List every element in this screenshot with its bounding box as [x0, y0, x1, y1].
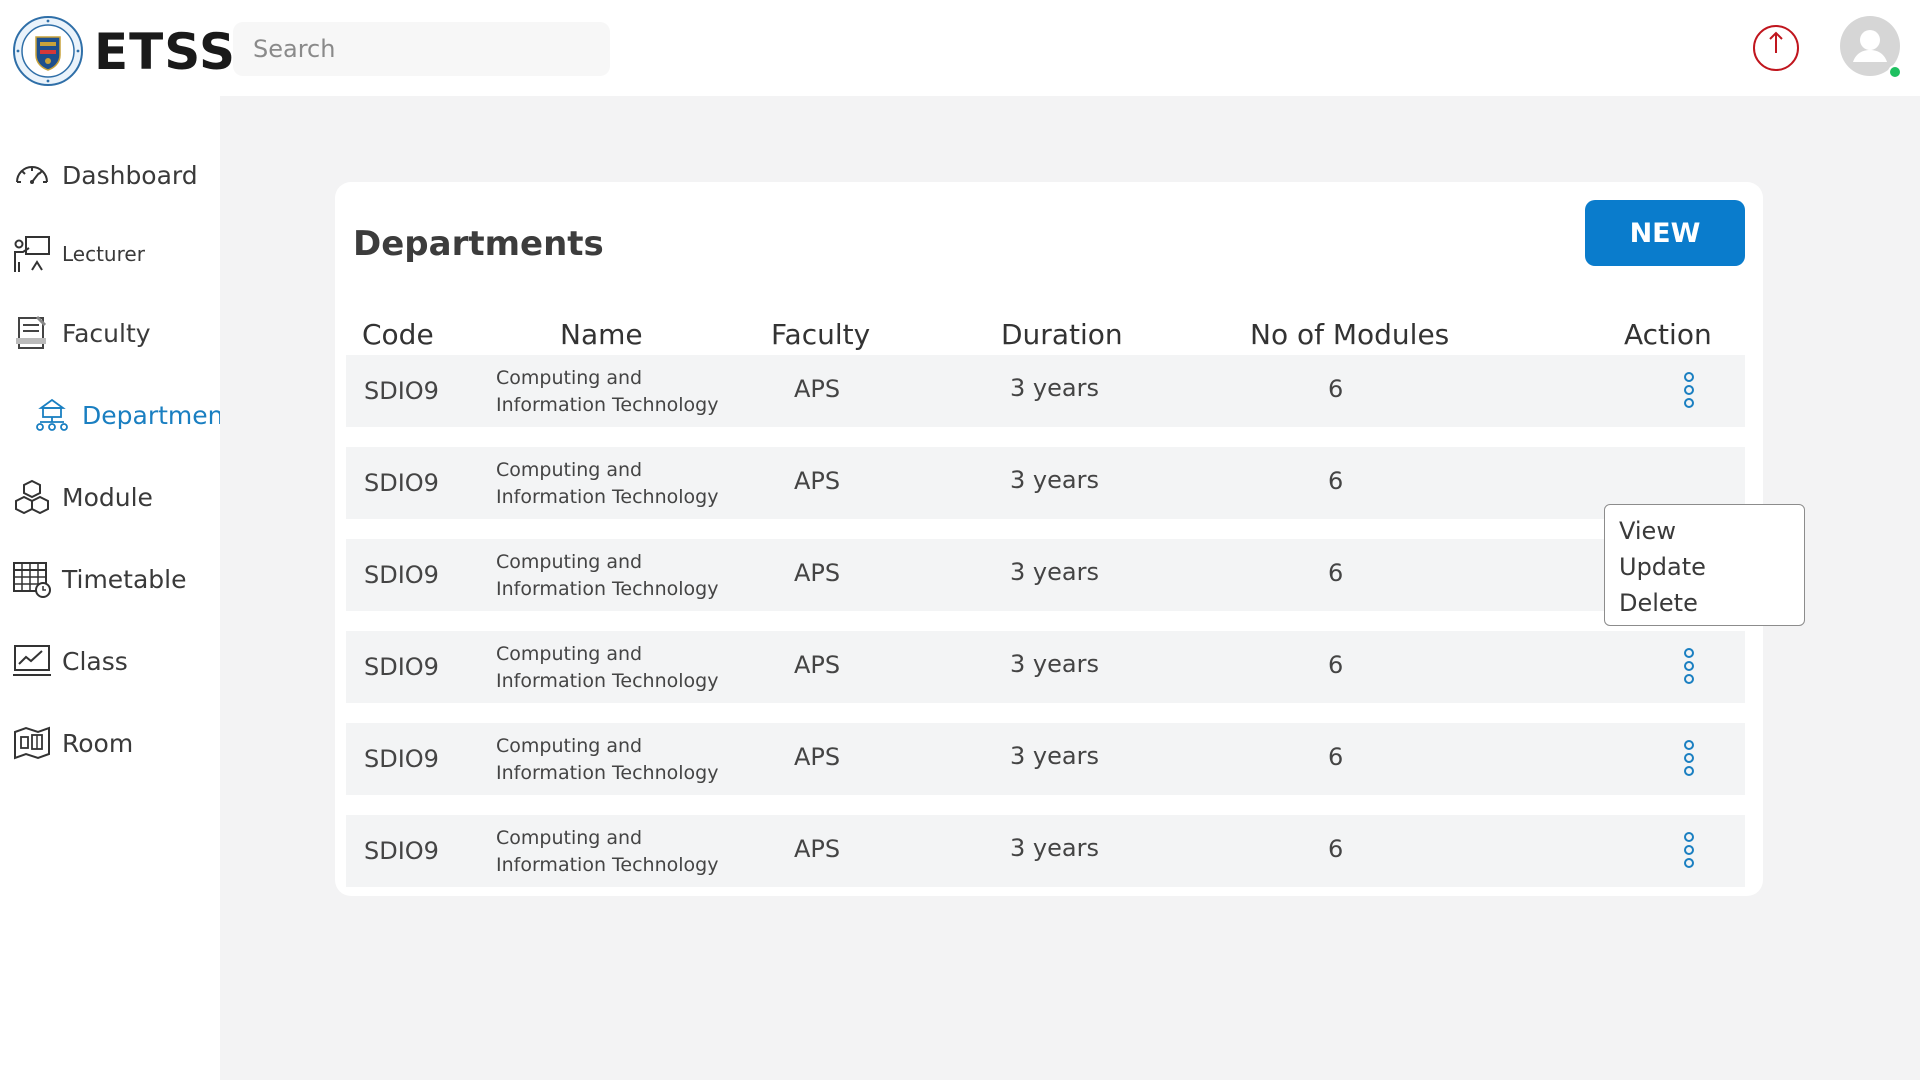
cubes-icon — [12, 477, 52, 517]
cell-modules: 6 — [1328, 835, 1344, 863]
menu-item-view[interactable]: View — [1605, 513, 1804, 549]
cell-name: Computing and Information Technology — [496, 551, 719, 600]
column-header-faculty: Faculty — [771, 318, 871, 351]
cell-modules: 6 — [1328, 651, 1344, 679]
sidebar-item-faculty[interactable]: Faculty — [12, 309, 217, 357]
cell-faculty: APS — [794, 559, 841, 587]
top-bar: ETSS — [0, 0, 1920, 96]
row-actions-kebab-icon[interactable] — [1683, 371, 1695, 409]
sidebar-item-room[interactable]: Room — [12, 719, 217, 767]
table-row: SDIO9 Computing and Information Technolo… — [346, 539, 1745, 611]
sidebar-item-module[interactable]: Module — [12, 473, 217, 521]
page-title: Departments — [353, 224, 604, 264]
cell-code: SDIO9 — [364, 561, 439, 589]
cell-name: Computing and Information Technology — [496, 367, 719, 416]
app-title: ETSS — [94, 23, 237, 81]
sidebar-item-label: Class — [62, 646, 128, 676]
sidebar-item-label: Department — [82, 400, 234, 430]
online-status-dot — [1888, 65, 1902, 79]
sidebar-item-department[interactable]: Department — [32, 391, 237, 439]
column-header-action: Action — [1624, 318, 1712, 351]
cell-faculty: APS — [794, 375, 841, 403]
column-header-code: Code — [362, 318, 434, 351]
sidebar: Dashboard Lecturer Faculty Department Mo… — [0, 96, 233, 1080]
department-building-icon — [32, 395, 72, 435]
cell-faculty: APS — [794, 743, 841, 771]
cell-name: Computing and Information Technology — [496, 459, 719, 508]
cell-faculty: APS — [794, 651, 841, 679]
cell-faculty: APS — [794, 835, 841, 863]
cell-duration: 3 years — [1010, 742, 1099, 770]
sidebar-item-lecturer[interactable]: Lecturer — [12, 230, 217, 278]
cell-duration: 3 years — [1010, 834, 1099, 862]
menu-item-update[interactable]: Update — [1605, 549, 1804, 585]
column-header-modules: No of Modules — [1250, 318, 1450, 351]
cell-duration: 3 years — [1010, 466, 1099, 494]
chart-monitor-icon — [12, 641, 52, 681]
row-actions-kebab-icon[interactable] — [1683, 739, 1695, 777]
cell-name: Computing and Information Technology — [496, 643, 719, 692]
logout-power-icon[interactable] — [1751, 23, 1801, 73]
cell-modules: 6 — [1328, 375, 1344, 403]
menu-item-delete[interactable]: Delete — [1605, 585, 1804, 621]
sidebar-item-timetable[interactable]: Timetable — [12, 555, 217, 603]
cell-duration: 3 years — [1010, 374, 1099, 402]
sidebar-item-label: Timetable — [62, 564, 187, 594]
cell-code: SDIO9 — [364, 745, 439, 773]
cell-modules: 6 — [1328, 467, 1344, 495]
cell-code: SDIO9 — [364, 377, 439, 405]
table-row: SDIO9 Computing and Information Technolo… — [346, 723, 1745, 795]
speedometer-icon — [12, 155, 52, 195]
cell-duration: 3 years — [1010, 650, 1099, 678]
table-row: SDIO9 Computing and Information Technolo… — [346, 631, 1745, 703]
cell-modules: 6 — [1328, 743, 1344, 771]
faculty-document-icon — [12, 313, 52, 353]
main-content: Departments NEW Code Name Faculty Durati… — [220, 96, 1920, 1080]
cell-code: SDIO9 — [364, 469, 439, 497]
departments-card: Departments NEW Code Name Faculty Durati… — [335, 182, 1805, 896]
cell-modules: 6 — [1328, 559, 1344, 587]
cell-faculty: APS — [794, 467, 841, 495]
timetable-clock-icon — [12, 559, 52, 599]
column-header-name: Name — [560, 318, 643, 351]
sidebar-item-dashboard[interactable]: Dashboard — [12, 151, 217, 199]
user-avatar[interactable] — [1840, 16, 1902, 79]
sidebar-item-label: Faculty — [62, 318, 151, 348]
floorplan-icon — [12, 723, 52, 763]
cell-code: SDIO9 — [364, 837, 439, 865]
cell-code: SDIO9 — [364, 653, 439, 681]
search-input[interactable] — [233, 22, 610, 76]
row-action-menu: View Update Delete — [1604, 504, 1805, 626]
cell-name: Computing and Information Technology — [496, 735, 719, 784]
university-seal-logo — [13, 16, 83, 86]
cell-duration: 3 years — [1010, 558, 1099, 586]
sidebar-item-label: Lecturer — [62, 242, 145, 266]
row-actions-kebab-icon[interactable] — [1683, 831, 1695, 869]
new-department-button[interactable]: NEW — [1585, 200, 1745, 266]
table-row: SDIO9 Computing and Information Technolo… — [346, 355, 1745, 427]
table-row: SDIO9 Computing and Information Technolo… — [346, 815, 1745, 887]
column-header-duration: Duration — [1001, 318, 1123, 351]
table-row: SDIO9 Computing and Information Technolo… — [346, 447, 1745, 519]
cell-name: Computing and Information Technology — [496, 827, 719, 876]
sidebar-item-class[interactable]: Class — [12, 637, 217, 685]
sidebar-item-label: Module — [62, 482, 153, 512]
sidebar-item-label: Dashboard — [62, 160, 198, 190]
sidebar-item-label: Room — [62, 728, 134, 758]
lecturer-board-icon — [12, 234, 52, 274]
row-actions-kebab-icon[interactable] — [1683, 647, 1695, 685]
